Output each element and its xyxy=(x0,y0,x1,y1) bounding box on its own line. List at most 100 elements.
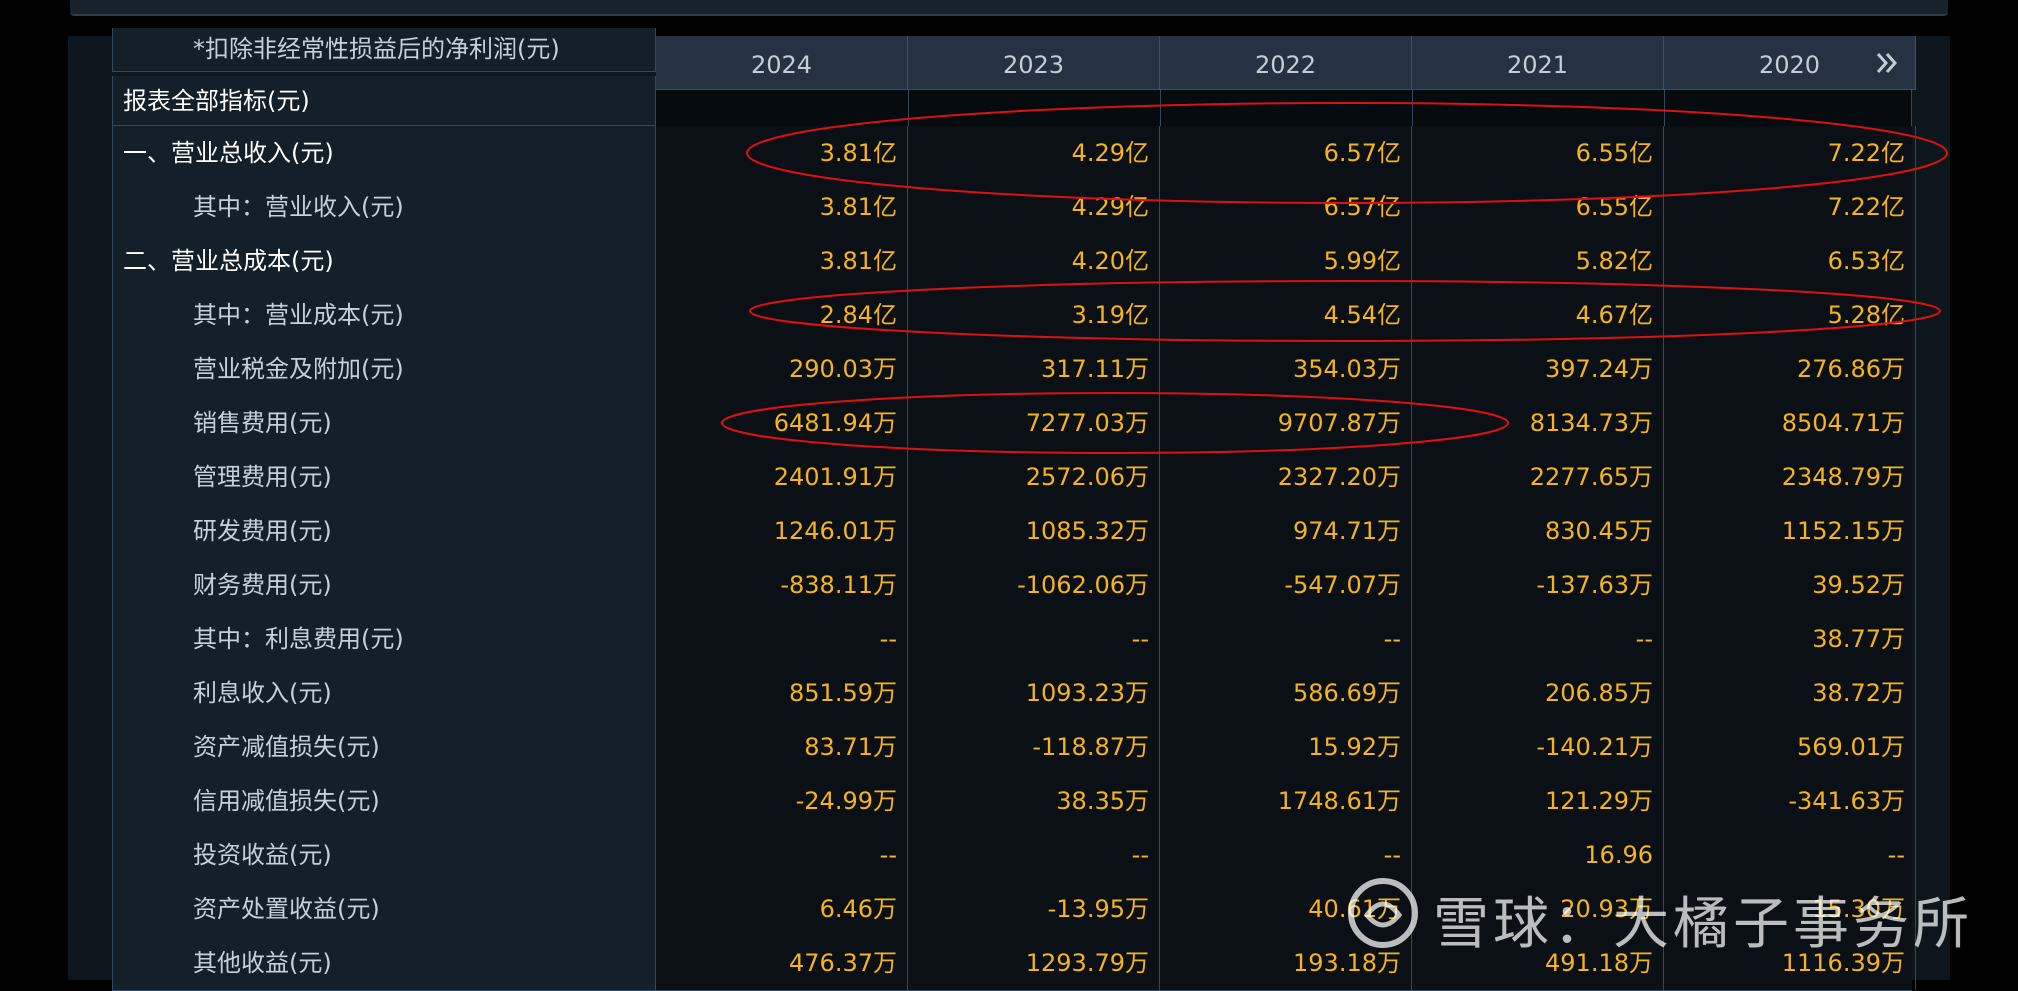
value-cell-2022: 974.71万 xyxy=(1160,504,1412,558)
value-cell-2022: -- xyxy=(1160,612,1412,666)
value-cell-2023: -13.95万 xyxy=(908,882,1160,936)
value-cell-2024: 1246.01万 xyxy=(656,504,908,558)
value-cell-2024: -- xyxy=(656,612,908,666)
value-cell-2023: 38.35万 xyxy=(908,774,1160,828)
value-cell-2020: 569.01万 xyxy=(1664,720,1916,774)
row-label: 研发费用(元) xyxy=(112,504,656,558)
value-cell-2020: -- xyxy=(1664,828,1916,882)
table-row: 二、营业总成本(元) 3.81亿 4.20亿 5.99亿 5.82亿 6.53亿 xyxy=(112,234,1916,289)
row-label: 信用减值损失(元) xyxy=(112,774,656,828)
row-label: 二、营业总成本(元) xyxy=(112,234,656,288)
value-cell-2024: 476.37万 xyxy=(656,936,908,990)
value-cell-2023: -118.87万 xyxy=(908,720,1160,774)
value-cell-2021: 4.67亿 xyxy=(1412,288,1664,342)
value-cell-2022: 4.54亿 xyxy=(1160,288,1412,342)
value-cell-2022: 40.61万 xyxy=(1160,882,1412,936)
row-label: 其中：营业成本(元) xyxy=(112,288,656,342)
table-row: 其中：营业成本(元) 2.84亿 3.19亿 4.54亿 4.67亿 5.28亿 xyxy=(112,288,1916,343)
value-cell-2021: 16.96 xyxy=(1412,828,1664,882)
value-cell-2022: -547.07万 xyxy=(1160,558,1412,612)
table-row: 营业税金及附加(元) 290.03万 317.11万 354.03万 397.24万 27… xyxy=(112,342,1916,397)
value-cell-2021: 121.29万 xyxy=(1412,774,1664,828)
value-cell-2024: 3.81亿 xyxy=(656,180,908,234)
top-toolbar-strip xyxy=(70,0,1948,16)
table-row: 研发费用(元) 1246.01万 1085.32万 974.71万 830.45万 115… xyxy=(112,504,1916,559)
row-label: 利息收入(元) xyxy=(112,666,656,720)
value-cell-2020: 8504.71万 xyxy=(1664,396,1916,450)
table-row: 利息收入(元) 851.59万 1093.23万 586.69万 206.85万 38.7… xyxy=(112,666,1916,721)
row-label: 其中：利息费用(元) xyxy=(112,612,656,666)
value-cell-2024: -- xyxy=(656,828,908,882)
value-cell-2024: 6481.94万 xyxy=(656,396,908,450)
year-header-2024: 2024 xyxy=(656,36,908,90)
year-header-2021: 2021 xyxy=(1412,36,1664,90)
value-cell-2022: 15.92万 xyxy=(1160,720,1412,774)
value-cell-2022: 5.99亿 xyxy=(1160,234,1412,288)
value-cell-2023: 4.20亿 xyxy=(908,234,1160,288)
value-cell-2023: 4.29亿 xyxy=(908,126,1160,180)
table-row: 一、营业总收入(元) 3.81亿 4.29亿 6.57亿 6.55亿 7.22亿 xyxy=(112,126,1916,181)
value-cell-2020: 1116.39万 xyxy=(1664,936,1916,990)
value-cell-2020: 2348.79万 xyxy=(1664,450,1916,504)
value-cell-2020: 5.28亿 xyxy=(1664,288,1916,342)
value-cell-2020: 15.30万 xyxy=(1664,882,1916,936)
value-cell-2021: 397.24万 xyxy=(1412,342,1664,396)
value-cell-2021: 830.45万 xyxy=(1412,504,1664,558)
value-cell-2022: 586.69万 xyxy=(1160,666,1412,720)
value-cell-2021: 491.18万 xyxy=(1412,936,1664,990)
value-cell-2024: 3.81亿 xyxy=(656,126,908,180)
table-row: 信用减值损失(元) -24.99万 38.35万 1748.61万 121.29万 -34… xyxy=(112,774,1916,829)
value-cell-2024: 3.81亿 xyxy=(656,234,908,288)
value-cell-2024: -24.99万 xyxy=(656,774,908,828)
value-cell-2020: 7.22亿 xyxy=(1664,180,1916,234)
value-cell-2022: 6.57亿 xyxy=(1160,180,1412,234)
row-label: 投资收益(元) xyxy=(112,828,656,882)
value-cell-2022: 6.57亿 xyxy=(1160,126,1412,180)
value-cell-2023: 1085.32万 xyxy=(908,504,1160,558)
table-row: 资产减值损失(元) 83.71万 -118.87万 15.92万 -140.21万 569… xyxy=(112,720,1916,775)
value-cell-2021: -- xyxy=(1412,612,1664,666)
row-label: 销售费用(元) xyxy=(112,396,656,450)
value-cell-2023: -- xyxy=(908,828,1160,882)
value-cell-2020: 276.86万 xyxy=(1664,342,1916,396)
row-label: 管理费用(元) xyxy=(112,450,656,504)
value-cell-2024: 2.84亿 xyxy=(656,288,908,342)
value-cell-2022: -- xyxy=(1160,828,1412,882)
table-row: 投资收益(元) -- -- -- 16.96 -- xyxy=(112,828,1916,883)
table-row: 资产处置收益(元) 6.46万 -13.95万 40.61万 20.93万 15.30万 xyxy=(112,882,1916,937)
value-cell-2021: 2277.65万 xyxy=(1412,450,1664,504)
value-cell-2021: 5.82亿 xyxy=(1412,234,1664,288)
value-cell-2020: 38.72万 xyxy=(1664,666,1916,720)
value-cell-2021: -140.21万 xyxy=(1412,720,1664,774)
value-cell-2023: 2572.06万 xyxy=(908,450,1160,504)
table-row: 财务费用(元) -838.11万 -1062.06万 -547.07万 -137.63万… xyxy=(112,558,1916,613)
row-label-non-recurring-net-profit: *扣除非经常性损益后的净利润(元) xyxy=(112,28,656,72)
value-cell-2023: 317.11万 xyxy=(908,342,1160,396)
table-row: 其中：营业收入(元) 3.81亿 4.29亿 6.57亿 6.55亿 7.22亿 xyxy=(112,180,1916,235)
double-chevron-right-icon[interactable] xyxy=(1872,48,1902,78)
value-cell-2021: 206.85万 xyxy=(1412,666,1664,720)
value-cell-2021: 8134.73万 xyxy=(1412,396,1664,450)
year-header-2023: 2023 xyxy=(908,36,1160,90)
value-cell-2024: 290.03万 xyxy=(656,342,908,396)
value-cell-2021: 6.55亿 xyxy=(1412,126,1664,180)
row-label: 营业税金及附加(元) xyxy=(112,342,656,396)
value-cell-2021: 6.55亿 xyxy=(1412,180,1664,234)
value-cell-2022: 193.18万 xyxy=(1160,936,1412,990)
table-row: 管理费用(元) 2401.91万 2572.06万 2327.20万 2277.65万 2… xyxy=(112,450,1916,505)
value-cell-2024: 83.71万 xyxy=(656,720,908,774)
value-cell-2020: 38.77万 xyxy=(1664,612,1916,666)
value-cell-2022: 9707.87万 xyxy=(1160,396,1412,450)
value-cell-2020: 6.53亿 xyxy=(1664,234,1916,288)
table-row: 其他收益(元) 476.37万 1293.79万 193.18万 491.18万 1116… xyxy=(112,936,1916,991)
row-label: 一、营业总收入(元) xyxy=(112,126,656,180)
value-cell-2023: 1293.79万 xyxy=(908,936,1160,990)
row-label: 资产减值损失(元) xyxy=(112,720,656,774)
value-cell-2023: 1093.23万 xyxy=(908,666,1160,720)
value-cell-2024: 851.59万 xyxy=(656,666,908,720)
row-label: 其他收益(元) xyxy=(112,936,656,990)
value-cell-2023: 3.19亿 xyxy=(908,288,1160,342)
table-row: 销售费用(元) 6481.94万 7277.03万 9707.87万 8134.73万 8… xyxy=(112,396,1916,451)
year-header-2022: 2022 xyxy=(1160,36,1412,90)
row-label: 财务费用(元) xyxy=(112,558,656,612)
